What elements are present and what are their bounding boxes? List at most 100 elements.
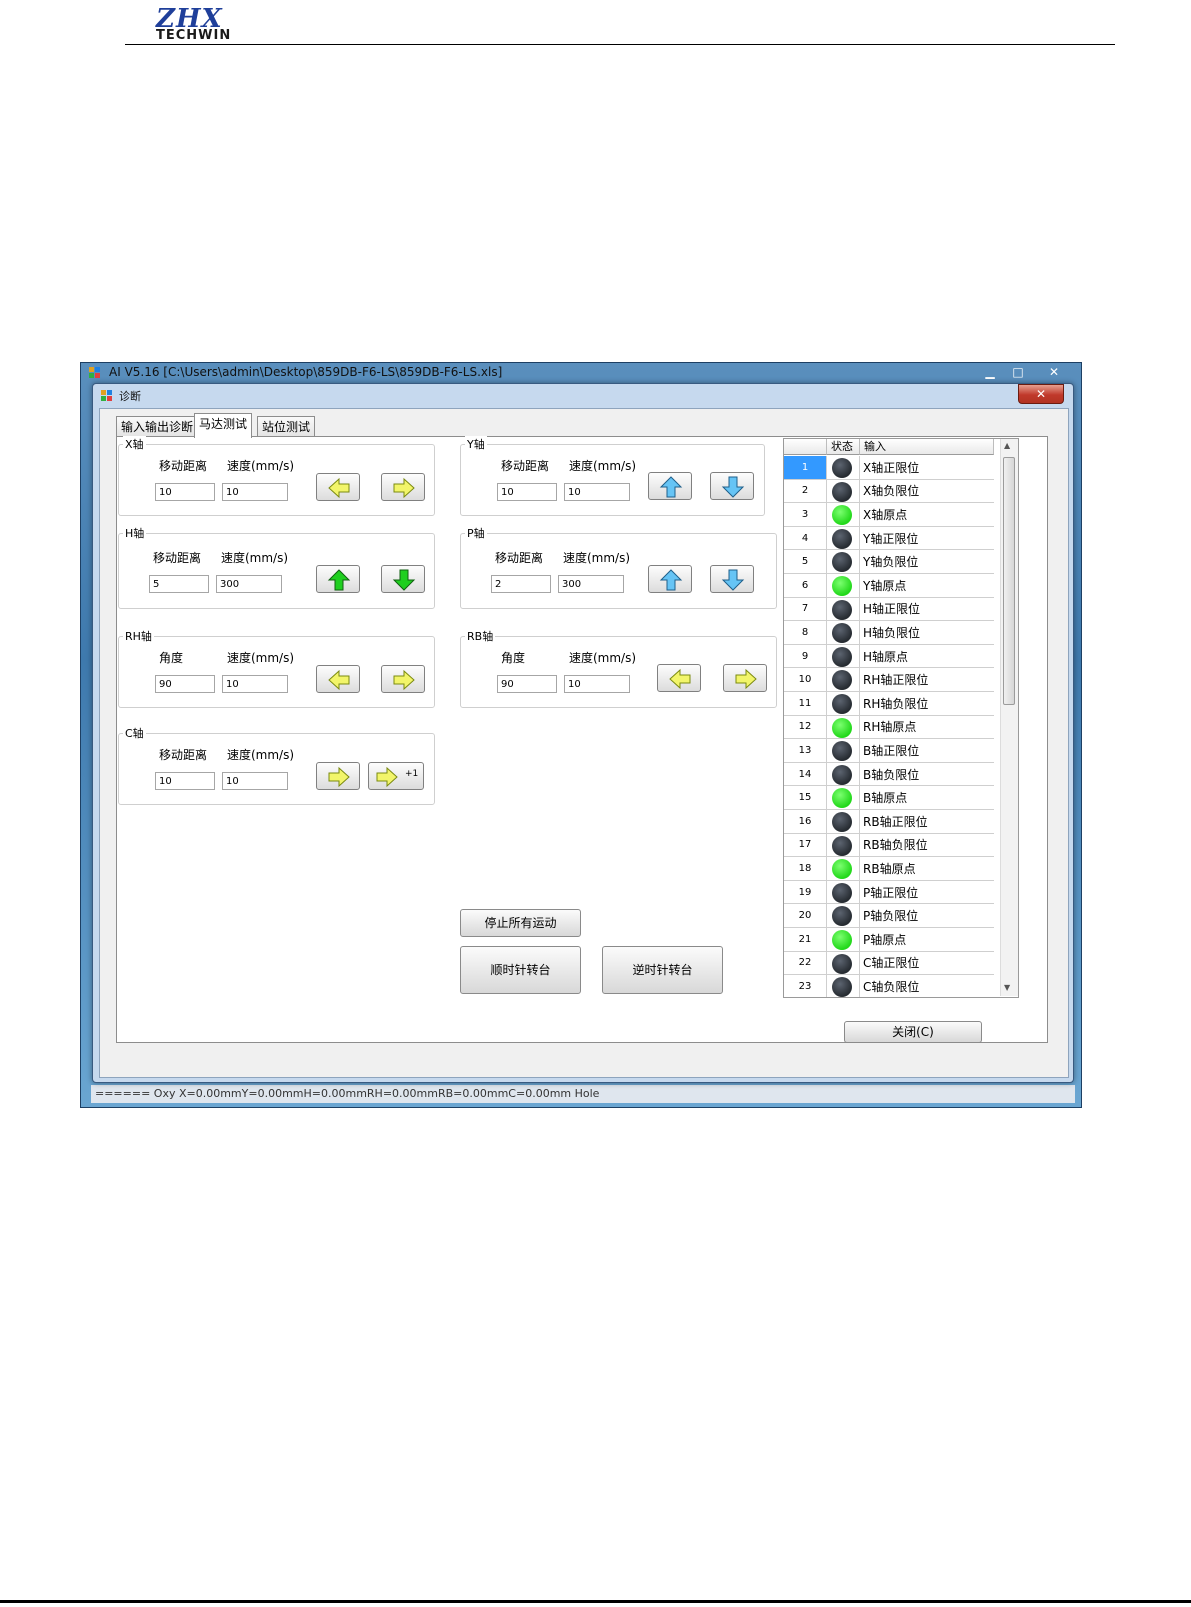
rotate-clockwise-button[interactable]: 顺时针转台 — [460, 946, 581, 994]
row-state — [827, 503, 860, 526]
grid-row[interactable]: 10 RH轴正限位 — [784, 668, 994, 692]
grid-scrollbar[interactable]: ▲ ▼ — [1000, 439, 1018, 996]
grid-row[interactable]: 21 P轴原点 — [784, 928, 994, 952]
close-button[interactable]: 关闭(C) — [844, 1021, 982, 1043]
grid-row[interactable]: 8 H轴负限位 — [784, 621, 994, 645]
distance-label: 移动距离 — [159, 748, 208, 762]
stop-all-motion-button[interactable]: 停止所有运动 — [460, 909, 581, 937]
status-led-off-icon — [832, 977, 852, 997]
grid-row[interactable]: 4 Y轴正限位 — [784, 526, 994, 551]
scroll-down-icon[interactable]: ▼ — [1004, 983, 1010, 992]
grid-row[interactable]: 7 H轴正限位 — [784, 597, 994, 622]
h-distance-input[interactable]: 5 — [149, 575, 209, 593]
h-down-button[interactable] — [381, 565, 425, 593]
row-index: 9 — [784, 644, 827, 668]
c-step-plus1-button[interactable]: +1 — [368, 762, 424, 790]
speed-label: 速度(mm/s) — [227, 459, 295, 473]
c-speed-input[interactable]: 10 — [222, 772, 288, 790]
x-right-button[interactable] — [381, 473, 425, 501]
app-title: AI V5.16 [C:\Users\admin\Desktop\859DB-F… — [109, 365, 503, 379]
grid-row[interactable]: 9 H轴原点 — [784, 644, 994, 669]
status-led-off-icon — [832, 599, 852, 620]
p-down-button[interactable] — [710, 565, 754, 593]
row-input-name: P轴负限位 — [863, 909, 919, 924]
grid-row[interactable]: 3 X轴原点 — [784, 503, 994, 527]
grid-row[interactable]: 20 P轴负限位 — [784, 904, 994, 928]
grid-row[interactable]: 19 P轴正限位 — [784, 880, 994, 905]
row-state — [827, 526, 860, 550]
row-index: 13 — [784, 739, 827, 762]
group-title: RB轴 — [465, 628, 496, 644]
row-state — [827, 479, 860, 503]
grid-row[interactable]: 22 C轴正限位 — [784, 951, 994, 976]
grid-row[interactable]: 5 Y轴负限位 — [784, 550, 994, 574]
arrow-left-icon — [328, 669, 350, 691]
row-state — [827, 456, 860, 479]
grid-row[interactable]: 13 B轴正限位 — [784, 739, 994, 763]
rb-left-button[interactable] — [657, 664, 701, 692]
p-up-button[interactable] — [648, 565, 692, 593]
h-up-button[interactable] — [316, 565, 360, 593]
grid-row[interactable]: 11 RH轴负限位 — [784, 692, 994, 716]
c-right-button[interactable] — [316, 762, 360, 790]
row-input-name: H轴负限位 — [863, 625, 921, 640]
grid-row[interactable]: 23 C轴负限位 — [784, 975, 994, 997]
row-input-name: Y轴正限位 — [863, 531, 919, 546]
app-close-button[interactable]: ✕ — [1032, 363, 1076, 381]
row-state — [827, 786, 860, 809]
dialog-titlebar[interactable]: 诊断 ✕ — [93, 384, 1073, 408]
grid-row[interactable]: 2 X轴负限位 — [784, 479, 994, 504]
maximize-button[interactable]: □ — [1004, 363, 1032, 381]
scroll-up-icon[interactable]: ▲ — [1004, 441, 1010, 450]
h-axis-group: H轴 移动距离 速度(mm/s) 5 300 — [118, 525, 435, 609]
row-input-name: RB轴负限位 — [863, 838, 928, 853]
rb-right-button[interactable] — [723, 664, 767, 692]
rh-speed-input[interactable]: 10 — [222, 675, 288, 693]
arrow-right-icon — [393, 477, 415, 499]
grid-row[interactable]: 15 B轴原点 — [784, 786, 994, 810]
status-led-on-icon — [832, 505, 852, 526]
group-title: C轴 — [123, 725, 146, 741]
y-up-button[interactable] — [648, 472, 692, 500]
x-distance-input[interactable]: 10 — [155, 483, 215, 501]
rh-left-button[interactable] — [316, 665, 360, 693]
y-down-button[interactable] — [710, 472, 754, 500]
arrow-right-icon — [328, 766, 350, 788]
row-state — [827, 857, 860, 880]
io-status-grid[interactable]: 状态 输入 1 X轴正限位 2 X轴负限位 3 X轴原点 4 Y轴正限位 5 Y轴负限位 6 Y轴原点… — [783, 438, 1019, 998]
grid-row[interactable]: 6 Y轴原点 — [784, 574, 994, 598]
tab-io-diagnosis[interactable]: 输入输出诊断 — [116, 416, 199, 437]
dialog-close-button[interactable]: ✕ — [1018, 384, 1064, 404]
y-speed-input[interactable]: 10 — [564, 483, 630, 501]
x-left-button[interactable] — [316, 473, 360, 501]
rotate-counterclockwise-button[interactable]: 逆时针转台 — [602, 946, 723, 994]
rb-speed-input[interactable]: 10 — [564, 675, 630, 693]
rh-right-button[interactable] — [381, 665, 425, 693]
row-state — [827, 951, 860, 975]
grid-row[interactable]: 17 RB轴负限位 — [784, 833, 994, 858]
y-distance-input[interactable]: 10 — [497, 483, 557, 501]
grid-row[interactable]: 12 RH轴原点 — [784, 715, 994, 740]
p-distance-input[interactable]: 2 — [491, 575, 551, 593]
grid-row[interactable]: 18 RB轴原点 — [784, 857, 994, 881]
row-input-name: RB轴原点 — [863, 861, 916, 876]
row-input-name: X轴负限位 — [863, 484, 920, 499]
x-speed-input[interactable]: 10 — [222, 483, 288, 501]
row-state — [827, 904, 860, 927]
h-speed-input[interactable]: 300 — [216, 575, 282, 593]
rb-angle-input[interactable]: 90 — [497, 675, 557, 693]
grid-row[interactable]: 16 RB轴正限位 — [784, 810, 994, 834]
arrow-left-icon — [669, 668, 691, 690]
scroll-thumb[interactable] — [1003, 457, 1015, 705]
arrow-up-icon — [327, 569, 351, 591]
grid-row[interactable]: 1 X轴正限位 — [784, 456, 994, 480]
tab-motor-test[interactable]: 马达测试 — [194, 413, 253, 438]
c-distance-input[interactable]: 10 — [155, 772, 215, 790]
grid-row[interactable]: 14 B轴负限位 — [784, 762, 994, 787]
p-speed-input[interactable]: 300 — [558, 575, 624, 593]
tab-station-test[interactable]: 站位测试 — [257, 416, 316, 437]
app-titlebar[interactable]: AI V5.16 [C:\Users\admin\Desktop\859DB-F… — [81, 363, 1081, 383]
minimize-button[interactable]: ▁ — [976, 363, 1004, 381]
rh-angle-input[interactable]: 90 — [155, 675, 215, 693]
row-index: 7 — [784, 597, 827, 621]
